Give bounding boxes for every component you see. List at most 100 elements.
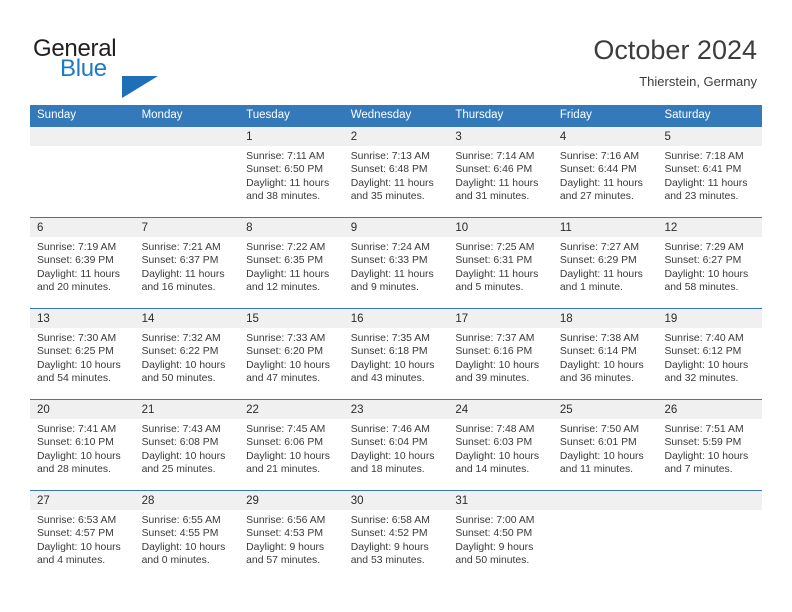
day-detail-line: and 43 minutes. [350,373,425,385]
calendar-day-cell[interactable]: 1 Sunrise: 7:11 AM Sunset: 6:50 PM Daylight… [239,127,344,217]
day-detail-line: Sunrise: 7:11 AM [246,151,325,162]
day-detail-line: Daylight: 10 hours [141,450,226,462]
day-detail-line: and 47 minutes. [246,373,321,385]
calendar-day-cell[interactable]: 8 Sunrise: 7:22 AM Sunset: 6:35 PM Daylight… [239,218,344,308]
day-number: 22 [246,404,259,416]
day-details: Sunrise: 7:13 AM Sunset: 6:48 PM Daylight:… [344,146,449,204]
day-detail-line: Sunrise: 7:21 AM [141,242,221,253]
calendar-day-cell-empty [134,127,240,217]
calendar-day-cell[interactable]: 29 Sunrise: 6:56 AM Sunset: 4:53 PM Dayligh… [239,491,344,581]
calendar-day-cell[interactable]: 18 Sunrise: 7:38 AM Sunset: 6:14 PM Dayligh… [552,309,658,399]
day-number: 7 [141,222,148,234]
calendar-day-cell[interactable]: 19 Sunrise: 7:40 AM Sunset: 6:12 PM Dayligh… [657,309,763,399]
day-number: 25 [559,404,573,416]
day-details: Sunrise: 7:16 AM Sunset: 6:44 PM Daylight:… [553,146,658,204]
day-detail-line: Daylight: 9 hours [455,541,534,553]
calendar-day-cell[interactable]: 26 Sunrise: 7:51 AM Sunset: 5:59 PM Dayligh… [657,400,763,490]
calendar-day-cell[interactable]: 17 Sunrise: 7:37 AM Sunset: 6:16 PM Dayligh… [448,309,553,399]
day-detail-line: Daylight: 10 hours [455,359,540,371]
day-number: 4 [559,131,567,143]
day-details: Sunrise: 7:35 AM Sunset: 6:18 PM Daylight:… [344,328,449,386]
day-detail-line: Sunset: 6:29 PM [559,255,637,267]
calendar-day-cell[interactable]: 14 Sunrise: 7:32 AM Sunset: 6:22 PM Dayligh… [134,309,240,399]
day-detail-line: Sunset: 6:22 PM [141,346,219,358]
day-detail-line: and 50 minutes. [455,555,530,567]
day-detail-line: Sunrise: 7:37 AM [455,333,535,344]
day-number-band: 18 [552,309,658,328]
day-detail-line: and 12 minutes. [246,282,321,294]
day-detail-line: Sunrise: 7:51 AM [664,424,744,435]
day-details: Sunrise: 6:58 AM Sunset: 4:52 PM Daylight:… [344,510,449,568]
calendar-day-cell[interactable]: 7 Sunrise: 7:21 AM Sunset: 6:37 PM Daylight… [134,218,240,308]
calendar-day-cell[interactable]: 2 Sunrise: 7:13 AM Sunset: 6:48 PM Daylight… [343,127,449,217]
day-detail-line: Sunset: 6:33 PM [350,255,428,267]
day-number-band: 25 [552,400,658,419]
day-number: 8 [246,222,253,234]
day-details [553,510,658,514]
day-number-band: 27 [30,491,135,510]
calendar-day-cell[interactable]: 12 Sunrise: 7:29 AM Sunset: 6:27 PM Dayligh… [657,218,763,308]
day-detail-line: Sunrise: 7:19 AM [37,242,117,253]
calendar-day-cell[interactable]: 3 Sunrise: 7:14 AM Sunset: 6:46 PM Daylight… [448,127,553,217]
calendar-day-cell[interactable]: 9 Sunrise: 7:24 AM Sunset: 6:33 PM Daylight… [343,218,449,308]
day-details: Sunrise: 6:56 AM Sunset: 4:53 PM Daylight:… [239,510,344,568]
calendar-day-cell[interactable]: 4 Sunrise: 7:16 AM Sunset: 6:44 PM Daylight… [552,127,658,217]
day-number: 29 [246,495,259,507]
day-detail-line: Daylight: 10 hours [559,450,644,462]
calendar-day-cell[interactable]: 16 Sunrise: 7:35 AM Sunset: 6:18 PM Dayligh… [343,309,449,399]
day-detail-line: Sunset: 6:01 PM [559,437,637,449]
calendar-day-cell[interactable]: 21 Sunrise: 7:43 AM Sunset: 6:08 PM Dayligh… [134,400,240,490]
calendar-day-cell[interactable]: 23 Sunrise: 7:46 AM Sunset: 6:04 PM Dayligh… [343,400,449,490]
calendar-grid: Sunday Monday Tuesday Wednesday Thursday Frid… [30,105,763,581]
calendar-day-cell[interactable]: 27 Sunrise: 6:53 AM Sunset: 4:57 PM Dayligh… [30,491,135,581]
calendar-day-cell[interactable]: 20 Sunrise: 7:41 AM Sunset: 6:10 PM Dayligh… [30,400,135,490]
day-number: 20 [37,404,50,416]
calendar-day-cell[interactable]: 22 Sunrise: 7:45 AM Sunset: 6:06 PM Dayligh… [239,400,344,490]
calendar-day-cell[interactable]: 24 Sunrise: 7:48 AM Sunset: 6:03 PM Dayligh… [448,400,553,490]
day-detail-line: Daylight: 11 hours [246,177,330,189]
day-details: Sunrise: 7:48 AM Sunset: 6:03 PM Daylight:… [448,419,553,477]
calendar-day-cell[interactable]: 11 Sunrise: 7:27 AM Sunset: 6:29 PM Dayligh… [552,218,658,308]
day-number-band: 26 [657,400,763,419]
calendar-day-cell[interactable]: 25 Sunrise: 7:50 AM Sunset: 6:01 PM Dayligh… [552,400,658,490]
calendar-day-cell-empty [30,127,135,217]
day-detail-line: Sunset: 4:53 PM [246,528,323,540]
calendar-day-cell[interactable]: 13 Sunrise: 7:30 AM Sunset: 6:25 PM Dayligh… [30,309,135,399]
day-detail-line: and 21 minutes. [246,464,321,476]
day-number: 14 [141,313,155,325]
day-number: 30 [350,495,364,507]
day-number-band: 15 [239,309,344,328]
calendar-day-cell[interactable]: 28 Sunrise: 6:55 AM Sunset: 4:55 PM Dayligh… [134,491,240,581]
day-detail-line: Daylight: 10 hours [664,450,749,462]
calendar-day-cell[interactable]: 6 Sunrise: 7:19 AM Sunset: 6:39 PM Daylight… [30,218,135,308]
day-number: 17 [455,313,469,325]
day-detail-line: Daylight: 10 hours [664,359,749,371]
calendar-weeks: 1 Sunrise: 7:11 AM Sunset: 6:50 PM Daylight… [30,126,763,581]
day-details: Sunrise: 7:27 AM Sunset: 6:29 PM Daylight:… [553,237,658,295]
day-number: 9 [350,222,358,234]
calendar-day-cell[interactable]: 5 Sunrise: 7:18 AM Sunset: 6:41 PM Daylight… [657,127,763,217]
day-details: Sunrise: 7:18 AM Sunset: 6:41 PM Daylight:… [657,146,762,204]
day-detail-line: and 11 minutes. [559,464,634,476]
calendar-day-cell[interactable]: 10 Sunrise: 7:25 AM Sunset: 6:31 PM Dayligh… [448,218,553,308]
calendar-day-cell[interactable]: 30 Sunrise: 6:58 AM Sunset: 4:52 PM Dayligh… [343,491,449,581]
day-detail-line: Sunset: 4:50 PM [455,528,533,540]
calendar-day-cell-empty [552,491,658,581]
day-detail-line: Sunrise: 7:32 AM [141,333,221,344]
calendar-day-cell[interactable]: 15 Sunrise: 7:33 AM Sunset: 6:20 PM Dayligh… [239,309,344,399]
day-details: Sunrise: 7:50 AM Sunset: 6:01 PM Daylight:… [553,419,658,477]
day-details: Sunrise: 6:55 AM Sunset: 4:55 PM Daylight:… [135,510,240,568]
day-detail-line: Daylight: 10 hours [246,359,330,371]
day-detail-line: Daylight: 10 hours [37,541,121,553]
day-detail-line: Daylight: 10 hours [37,450,121,462]
day-detail-line: Daylight: 11 hours [37,268,120,280]
brand-logo[interactable]: General Blue [33,36,233,98]
day-details: Sunrise: 7:22 AM Sunset: 6:35 PM Daylight:… [239,237,344,295]
day-detail-line: and 54 minutes. [37,373,111,385]
day-number: 3 [455,131,462,143]
day-detail-line: Sunrise: 7:41 AM [37,424,117,435]
day-number-band: 17 [448,309,553,328]
weekday-header-thursday: Thursday [455,109,504,121]
calendar-day-cell[interactable]: 31 Sunrise: 7:00 AM Sunset: 4:50 PM Dayligh… [448,491,553,581]
day-detail-line: Sunrise: 7:43 AM [141,424,221,435]
